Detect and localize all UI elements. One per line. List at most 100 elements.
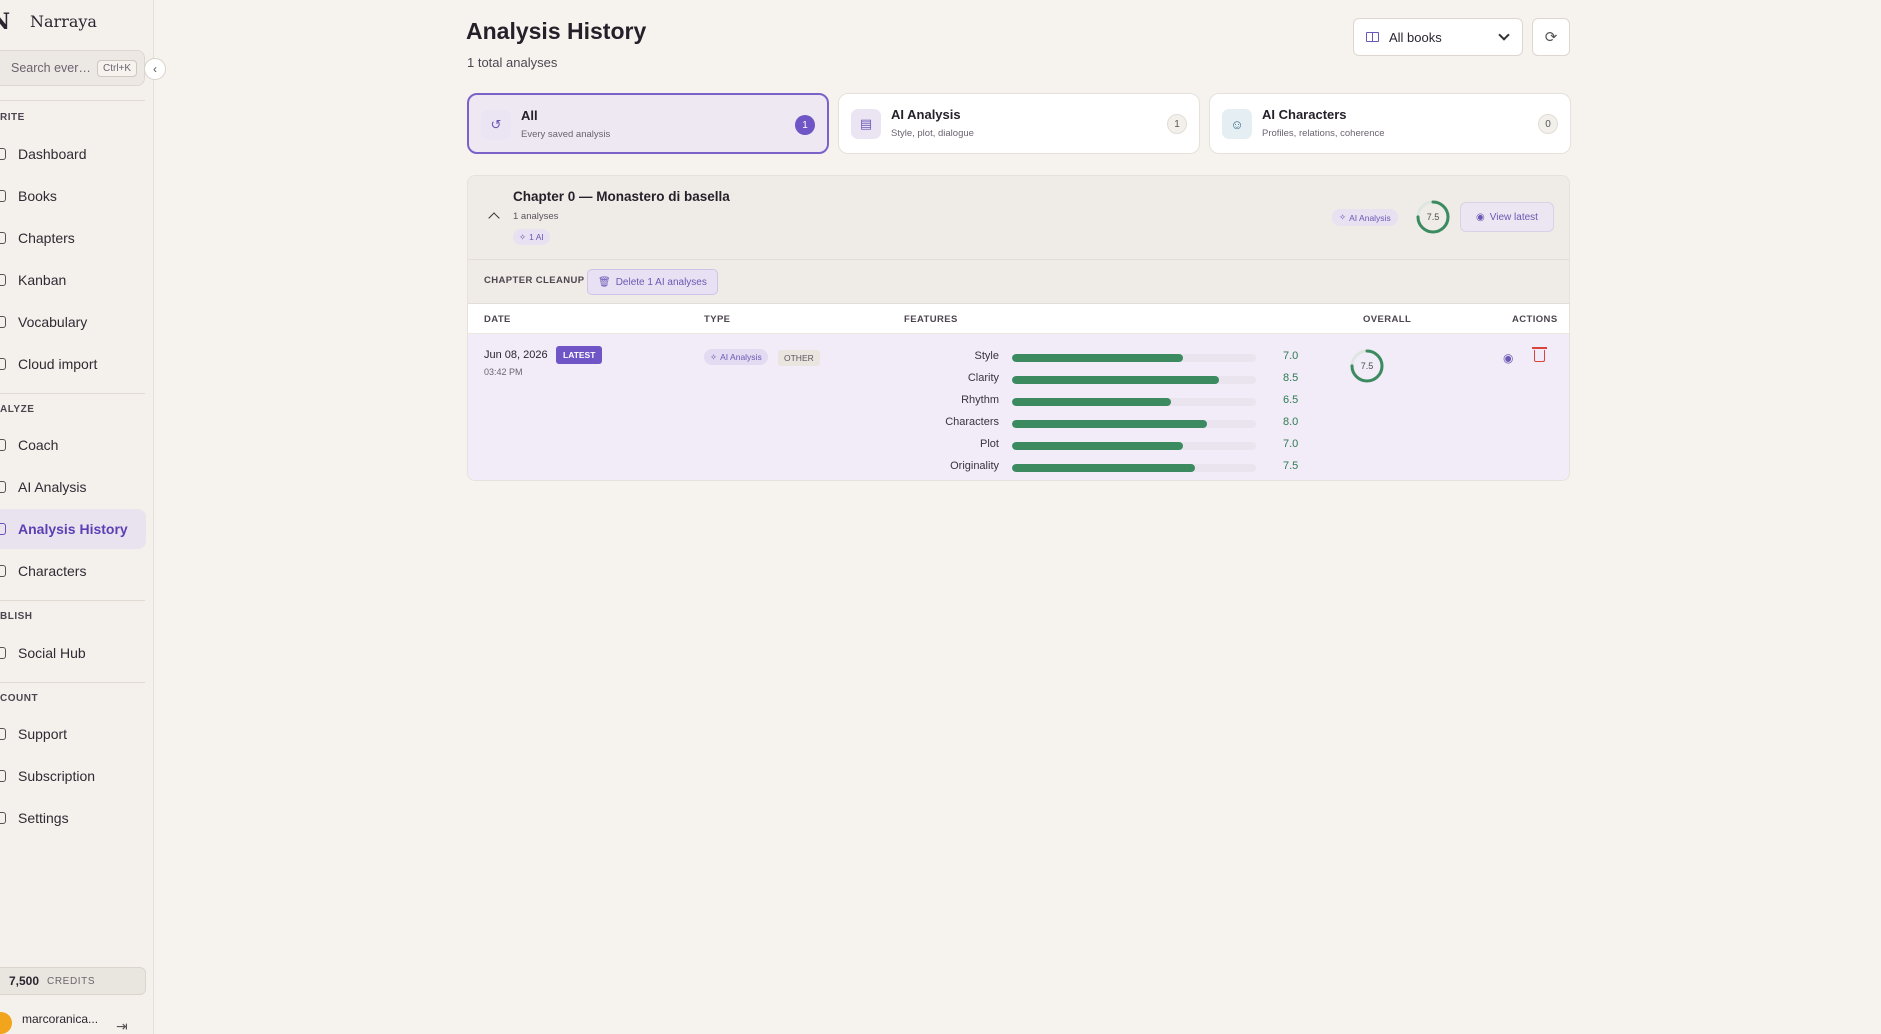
credits-label: CREDITS bbox=[47, 975, 96, 987]
sidebar-item-kanban[interactable]: Kanban bbox=[0, 260, 146, 300]
view-icon[interactable]: ◉ bbox=[1503, 351, 1513, 365]
sidebar-item-dashboard[interactable]: Dashboard bbox=[0, 134, 146, 174]
feature-label: Plot bbox=[980, 438, 999, 450]
sidebar-item-cloud-import[interactable]: Cloud import bbox=[0, 344, 146, 384]
type-badge-label: AI Analysis bbox=[1349, 212, 1391, 223]
sidebar-item-label: Cloud import bbox=[18, 356, 98, 372]
feature-bar-track bbox=[1012, 442, 1256, 450]
sidebar-item-label: Characters bbox=[18, 563, 87, 579]
chapter-group-header[interactable]: Chapter 0 — Monastero di basella 1 analy… bbox=[468, 176, 1569, 260]
column-actions: ACTIONS bbox=[1512, 314, 1558, 325]
chapter-cleanup-row: CHAPTER CLEANUP 🗑 Delete 1 AI analyses bbox=[468, 260, 1569, 304]
sidebar-item-coach[interactable]: Coach bbox=[0, 425, 146, 465]
column-type: TYPE bbox=[704, 314, 731, 325]
feature-row: Originality 7.5 bbox=[903, 458, 1503, 476]
type-badge: ✧ AI Analysis bbox=[1332, 209, 1398, 226]
feature-row: Clarity 8.5 bbox=[903, 370, 1503, 388]
chevron-up-icon[interactable] bbox=[488, 212, 500, 224]
filter-count: 1 bbox=[1167, 114, 1187, 134]
divider bbox=[0, 100, 145, 101]
dashboard-icon bbox=[0, 148, 6, 160]
card-icon bbox=[0, 770, 6, 782]
globe-icon bbox=[0, 647, 6, 659]
feature-bar-fill bbox=[1012, 442, 1183, 450]
filter-ai-analysis[interactable]: ▤ AI Analysis Style, plot, dialogue 1 bbox=[838, 93, 1200, 154]
users-icon bbox=[0, 565, 6, 577]
total-analyses: 1 total analyses bbox=[467, 55, 558, 70]
filter-ai-characters[interactable]: ☺ AI Characters Profiles, relations, coh… bbox=[1209, 93, 1571, 154]
feature-bar-track bbox=[1012, 420, 1256, 428]
sidebar-item-label: Chapters bbox=[18, 230, 75, 246]
document-icon: ▤ bbox=[851, 109, 881, 139]
sidebar-item-label: Coach bbox=[18, 437, 59, 453]
delete-label: Delete 1 AI analyses bbox=[615, 276, 707, 288]
sidebar-item-ai-analysis[interactable]: AI Analysis bbox=[0, 467, 146, 507]
feature-bar-track bbox=[1012, 354, 1256, 362]
delete-ai-analyses-button[interactable]: 🗑 Delete 1 AI analyses bbox=[587, 269, 718, 295]
book-icon bbox=[1366, 32, 1379, 42]
filter-count: 1 bbox=[795, 115, 815, 135]
column-features: FEATURES bbox=[904, 314, 958, 325]
feature-label: Style bbox=[974, 350, 999, 362]
sidebar-item-social-hub[interactable]: Social Hub bbox=[0, 633, 146, 673]
logout-icon[interactable]: ⇥ bbox=[116, 1018, 128, 1034]
kanban-icon bbox=[0, 274, 6, 286]
feature-bar-fill bbox=[1012, 464, 1195, 472]
filter-count: 0 bbox=[1538, 114, 1558, 134]
user-profile[interactable]: marcoranica... ⇥ bbox=[0, 1008, 153, 1034]
sidebar-item-support[interactable]: Support bbox=[0, 714, 146, 754]
sidebar-item-characters[interactable]: Characters bbox=[0, 551, 146, 591]
sidebar-item-books[interactable]: Books bbox=[0, 176, 146, 216]
chapters-icon bbox=[0, 232, 6, 244]
sidebar-item-vocabulary[interactable]: Vocabulary bbox=[0, 302, 146, 342]
row-time: 03:42 PM bbox=[484, 367, 523, 377]
feature-label: Clarity bbox=[967, 372, 999, 384]
table-row[interactable]: Jun 08, 2026 LATEST 03:42 PM ✧ AI Analysi… bbox=[468, 334, 1569, 480]
collapse-sidebar-button[interactable]: ‹ bbox=[144, 58, 166, 80]
chapter-analysis-count: 1 analyses bbox=[513, 211, 559, 222]
feature-label: Rhythm bbox=[961, 394, 999, 406]
books-icon bbox=[0, 190, 6, 202]
history-icon: ↺ bbox=[481, 110, 511, 140]
book-filter-select[interactable]: All books bbox=[1353, 18, 1523, 56]
delete-icon[interactable] bbox=[1532, 347, 1547, 362]
gear-icon bbox=[0, 812, 6, 824]
sidebar-item-settings[interactable]: Settings bbox=[0, 798, 146, 838]
chapter-title: Chapter 0 — Monastero di basella bbox=[513, 189, 730, 204]
chevron-down-icon bbox=[1498, 29, 1510, 41]
view-latest-label: View latest bbox=[1489, 211, 1538, 223]
column-date: DATE bbox=[484, 314, 511, 325]
latest-badge: LATEST bbox=[556, 346, 603, 364]
eye-icon: ◉ bbox=[1476, 211, 1485, 223]
view-latest-button[interactable]: ◉ View latest bbox=[1460, 202, 1554, 232]
score-ring: 7.5 bbox=[1415, 199, 1451, 235]
sidebar-item-label: Support bbox=[18, 726, 68, 742]
support-icon bbox=[0, 728, 6, 740]
brand-name: Narraya bbox=[30, 12, 97, 31]
refresh-button[interactable]: ⟳ bbox=[1532, 18, 1570, 56]
feature-bar-fill bbox=[1012, 398, 1171, 406]
row-date: Jun 08, 2026 bbox=[484, 349, 548, 361]
type-badge: ✧ AI Analysis bbox=[704, 349, 768, 365]
user-name: marcoranica... bbox=[22, 1012, 99, 1026]
feature-bar-track bbox=[1012, 464, 1256, 472]
feature-bar-track bbox=[1012, 376, 1256, 384]
filter-all[interactable]: ↺ All Every saved analysis 1 bbox=[467, 93, 829, 154]
sidebar-item-label: Kanban bbox=[18, 272, 67, 288]
search-input[interactable]: Search ever… Ctrl+K bbox=[0, 50, 145, 86]
section-write: RITE bbox=[0, 112, 25, 123]
sidebar-item-label: Books bbox=[18, 188, 57, 204]
avatar bbox=[0, 1012, 12, 1034]
sidebar-item-subscription[interactable]: Subscription bbox=[0, 756, 146, 796]
sidebar-item-analysis-history[interactable]: Analysis History bbox=[0, 509, 146, 549]
section-publish: BLISH bbox=[0, 611, 33, 622]
feature-bar-fill bbox=[1012, 420, 1208, 428]
credits-balance[interactable]: 7,500 CREDITS bbox=[0, 967, 146, 995]
filter-title: AI Analysis bbox=[891, 107, 961, 122]
type-badge-label: AI Analysis bbox=[720, 352, 762, 362]
sidebar-item-label: Analysis History bbox=[18, 521, 128, 537]
trash-icon: 🗑 bbox=[598, 276, 611, 288]
sidebar-item-chapters[interactable]: Chapters bbox=[0, 218, 146, 258]
chevron-left-icon: ‹ bbox=[153, 62, 157, 76]
brand-logo: N bbox=[0, 10, 12, 34]
